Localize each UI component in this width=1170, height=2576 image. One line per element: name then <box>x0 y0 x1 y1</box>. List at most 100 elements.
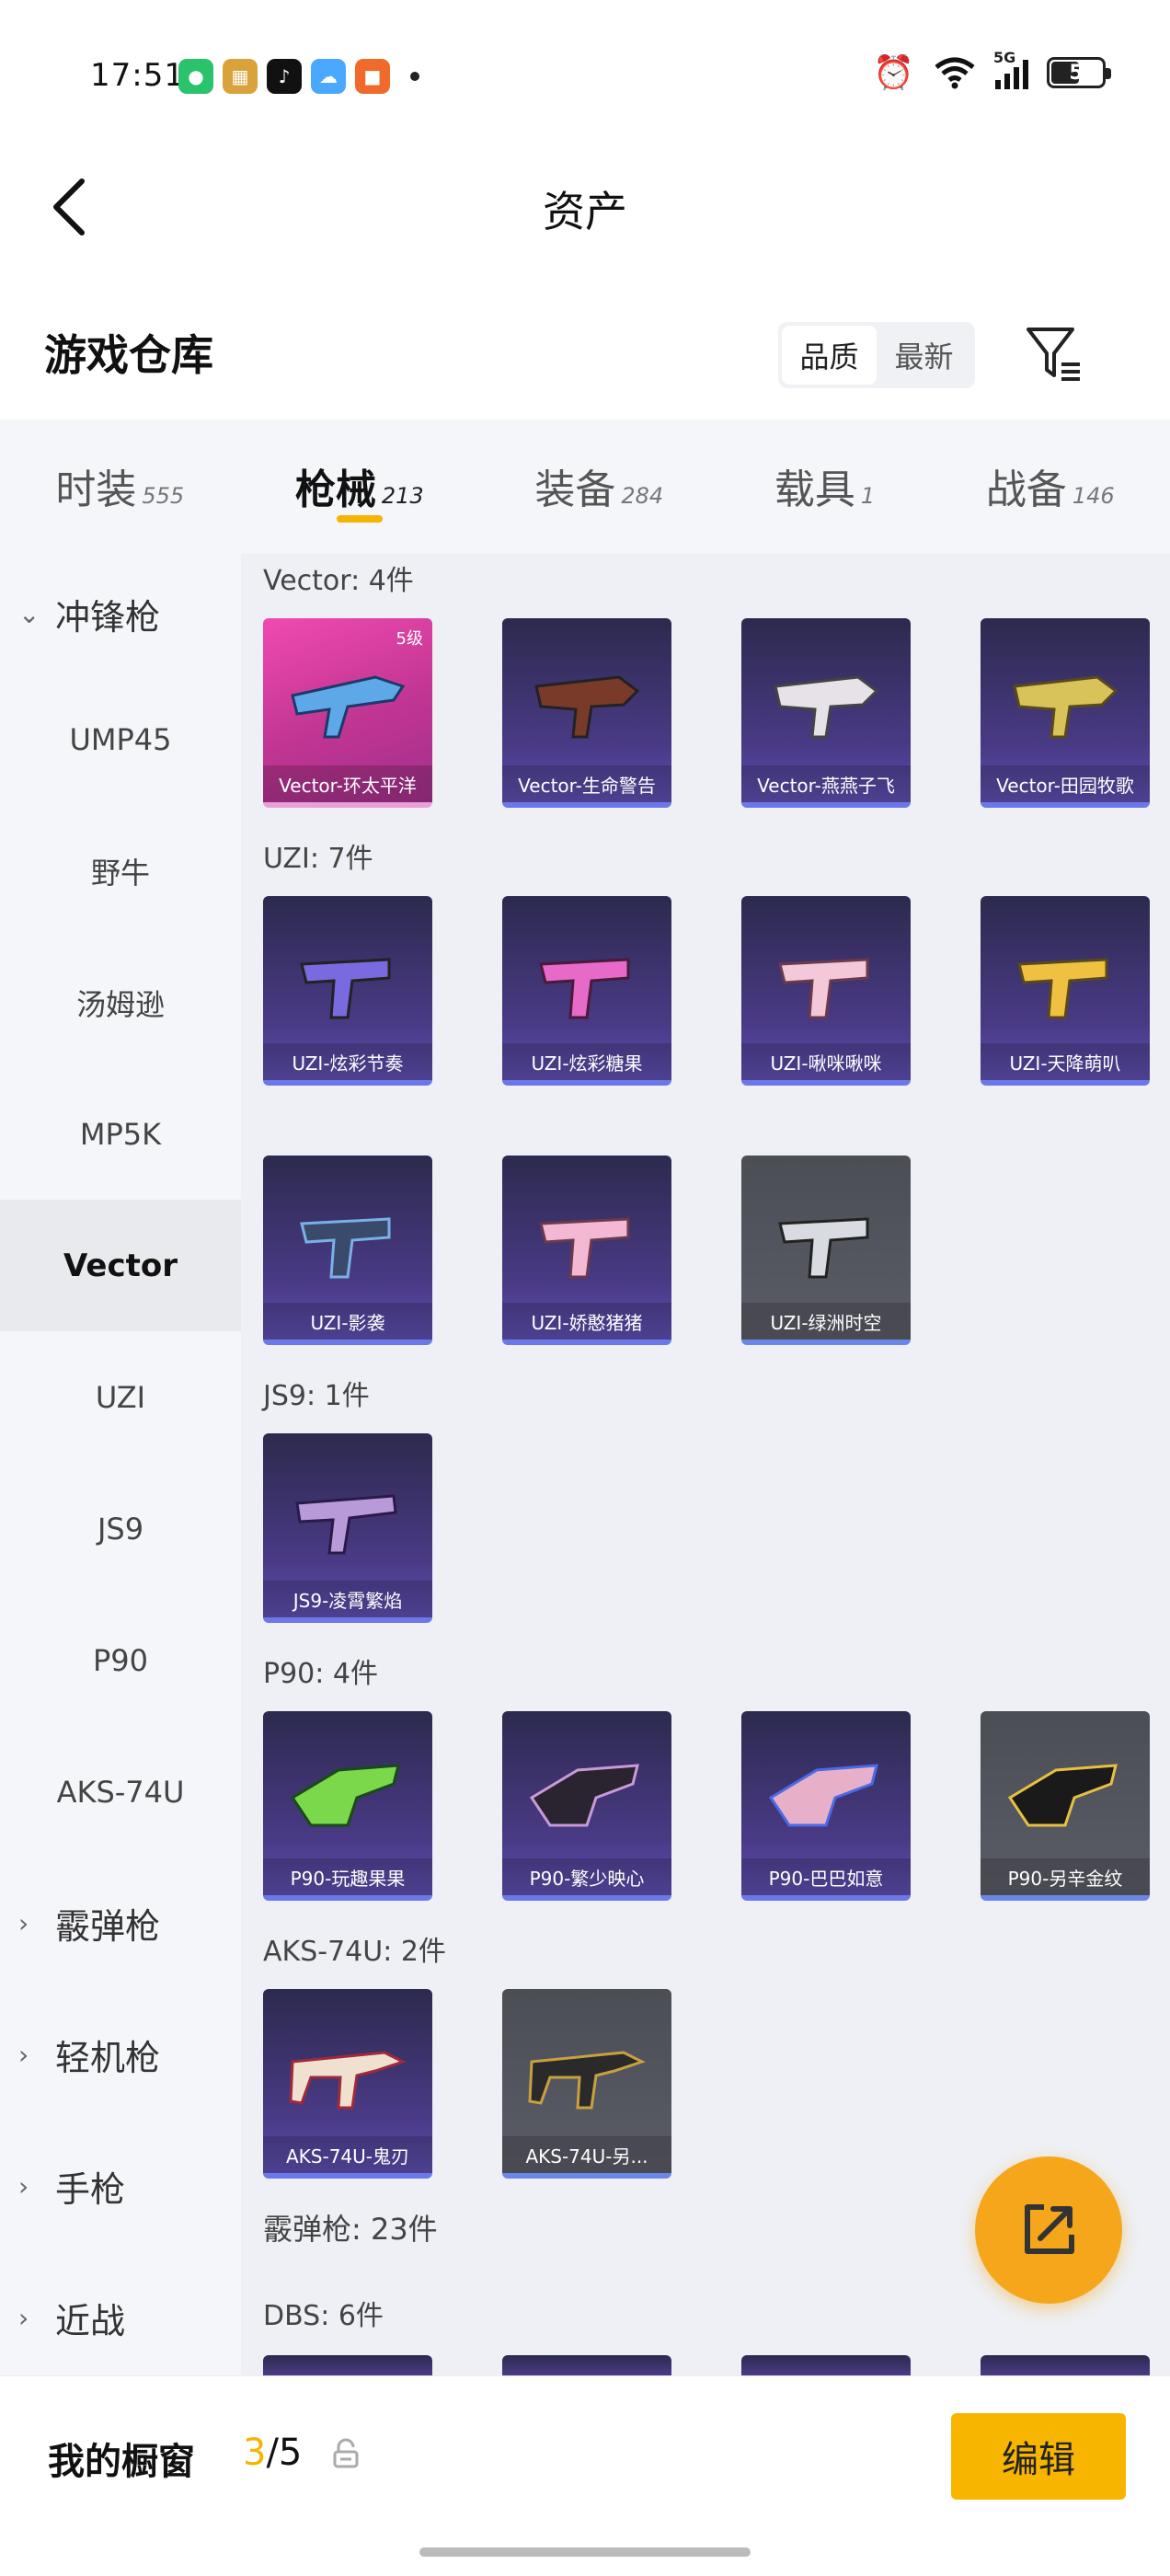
sidebar-group-lmg[interactable]: › 轻机枪 <box>0 1989 241 2121</box>
signal-icon: 5G <box>993 49 1028 89</box>
sidebar-group-melee[interactable]: › 近战 <box>0 2252 241 2384</box>
weapon-grid: Vector: 4件 5级 Vector-环太平洋 Vector-生命警告 Ve… <box>241 554 1170 2375</box>
sidebar-group-pistol[interactable]: › 手枪 <box>0 2121 241 2252</box>
category-tabs: 时装 555 枪械 213 装备 284 载具 1 战备 146 <box>0 420 1170 554</box>
weapon-card[interactable]: P90-玩趣果果 <box>263 1711 432 1901</box>
home-indicator[interactable] <box>419 2547 751 2557</box>
tab-costumes[interactable]: 时装 555 <box>55 420 184 554</box>
sidebar-item-mp5k[interactable]: MP5K <box>0 1068 241 1200</box>
weapon-card[interactable]: UZI-影袭 <box>263 1156 432 1345</box>
weapon-card[interactable]: Vector-燕燕子飞 <box>741 618 911 808</box>
weapon-card[interactable] <box>981 2355 1150 2375</box>
weapon-card[interactable]: AKS-74U-鬼刃 <box>263 1989 432 2179</box>
tab-label: 时装 <box>55 466 137 513</box>
weapon-card[interactable] <box>502 2355 671 2375</box>
card-level-badge: 5级 <box>396 629 423 649</box>
filter-icon <box>1027 328 1080 381</box>
showcase-count: 3/5 <box>243 2432 302 2474</box>
gun-icon <box>539 1217 630 1279</box>
card-name: UZI-天降萌叭 <box>981 1043 1150 1080</box>
card-name: AKS-74U-另... <box>502 2136 671 2173</box>
gun-icon <box>300 1217 391 1279</box>
sidebar-group-shotgun[interactable]: › 霰弹枪 <box>0 1857 241 1989</box>
weapon-card[interactable]: UZI-炫彩糖果 <box>502 896 671 1086</box>
gun-icon <box>290 1764 400 1827</box>
card-name: P90-繁少映心 <box>502 1858 671 1895</box>
chevron-down-icon: ⌄ <box>18 598 40 629</box>
sidebar-item-p90[interactable]: P90 <box>0 1594 241 1726</box>
weather-icon: ☁ <box>311 59 346 94</box>
weapon-card[interactable]: UZI-娇憨猪猪 <box>502 1156 671 1345</box>
section-label-js9: JS9: 1件 <box>263 1380 370 1412</box>
weapon-card[interactable]: P90-另辛金纹 <box>981 1711 1150 1901</box>
gun-icon <box>289 2051 407 2110</box>
chevron-right-icon: › <box>18 2040 29 2070</box>
gun-icon <box>528 2051 646 2110</box>
sort-latest-option[interactable]: 最新 <box>877 326 971 385</box>
active-tab-indicator <box>336 515 383 523</box>
weapon-card[interactable]: 5级 Vector-环太平洋 <box>263 618 432 808</box>
tab-firearms[interactable]: 枪械 213 <box>295 420 424 554</box>
weapon-card[interactable]: JS9-凌霄繁焰 <box>263 1433 432 1623</box>
sort-quality-option[interactable]: 品质 <box>782 326 877 385</box>
sidebar-item-bizon[interactable]: 野牛 <box>0 805 241 937</box>
status-time: 17:51 <box>90 57 185 94</box>
sidebar-item-thompson[interactable]: 汤姆逊 <box>0 937 241 1068</box>
card-name: UZI-啾咪啾咪 <box>741 1043 911 1080</box>
weapon-card[interactable] <box>741 2355 911 2375</box>
weapon-card[interactable] <box>263 2355 432 2375</box>
sidebar-group-label: 冲锋枪 <box>55 596 161 638</box>
card-name: UZI-炫彩节奏 <box>263 1043 432 1080</box>
gun-icon <box>534 675 640 739</box>
more-notifications-dot <box>410 72 419 81</box>
sidebar-group-label: 近战 <box>55 2301 126 2341</box>
card-name: JS9-凌霄繁焰 <box>263 1581 432 1617</box>
card-name: P90-另辛金纹 <box>981 1858 1150 1895</box>
lock-icon <box>333 2438 359 2468</box>
share-button[interactable] <box>975 2156 1122 2304</box>
filter-button[interactable] <box>1023 322 1087 386</box>
wechat-icon: ● <box>178 59 213 94</box>
sidebar-group-smg[interactable]: ⌄ 冲锋枪 <box>0 554 241 673</box>
weapon-card[interactable]: Vector-田园牧歌 <box>981 618 1150 808</box>
weapon-card[interactable]: P90-巴巴如意 <box>741 1711 911 1901</box>
tab-supplies[interactable]: 战备 146 <box>986 420 1115 554</box>
battery-level: 5 <box>1069 61 1084 85</box>
gun-icon <box>778 1217 869 1279</box>
sidebar-item-js9[interactable]: JS9 <box>0 1463 241 1594</box>
weapon-card[interactable]: AKS-74U-另... <box>502 1989 671 2179</box>
gun-icon <box>539 958 630 1019</box>
gun-icon <box>1007 1764 1118 1827</box>
sidebar-item-uzi[interactable]: UZI <box>0 1331 241 1463</box>
sidebar-item-aks74u[interactable]: AKS-74U <box>0 1726 241 1857</box>
tab-count: 1 <box>860 483 876 509</box>
tab-vehicles[interactable]: 载具 1 <box>774 420 875 554</box>
weapon-card[interactable]: P90-繁少映心 <box>502 1711 671 1901</box>
tab-count: 146 <box>1072 483 1115 509</box>
weapon-card[interactable]: UZI-绿洲时空 <box>741 1156 911 1345</box>
card-name: UZI-影袭 <box>263 1303 432 1340</box>
showcase-total: /5 <box>266 2432 303 2474</box>
weapon-card[interactable]: UZI-天降萌叭 <box>981 896 1150 1086</box>
app-icon: ■ <box>355 59 390 94</box>
weapon-card[interactable]: Vector-生命警告 <box>502 618 671 808</box>
tab-label: 载具 <box>774 466 855 513</box>
warehouse-title: 游戏仓库 <box>44 330 213 380</box>
share-icon <box>1025 2204 1074 2254</box>
sidebar-item-ump45[interactable]: UMP45 <box>0 673 241 805</box>
sidebar-item-vector[interactable]: Vector <box>0 1200 241 1331</box>
alarm-icon: ⏰ <box>873 54 914 92</box>
card-name: UZI-炫彩糖果 <box>502 1043 671 1080</box>
tiktok-icon: ♪ <box>267 59 302 94</box>
sidebar-group-label: 霰弹枪 <box>55 1906 161 1947</box>
tab-label: 枪械 <box>294 466 376 513</box>
weapon-card[interactable]: UZI-炫彩节奏 <box>263 896 432 1086</box>
tab-label: 战备 <box>985 466 1067 513</box>
edit-button[interactable]: 编辑 <box>951 2413 1126 2500</box>
chevron-right-icon: › <box>18 2171 29 2202</box>
tab-equipment[interactable]: 装备 284 <box>534 420 663 554</box>
sidebar-group-label: 轻机枪 <box>55 2038 161 2078</box>
section-label-shotgun: 霰弹枪: 23件 <box>263 2212 438 2247</box>
tab-count: 284 <box>621 483 664 509</box>
weapon-card[interactable]: UZI-啾咪啾咪 <box>741 896 911 1086</box>
